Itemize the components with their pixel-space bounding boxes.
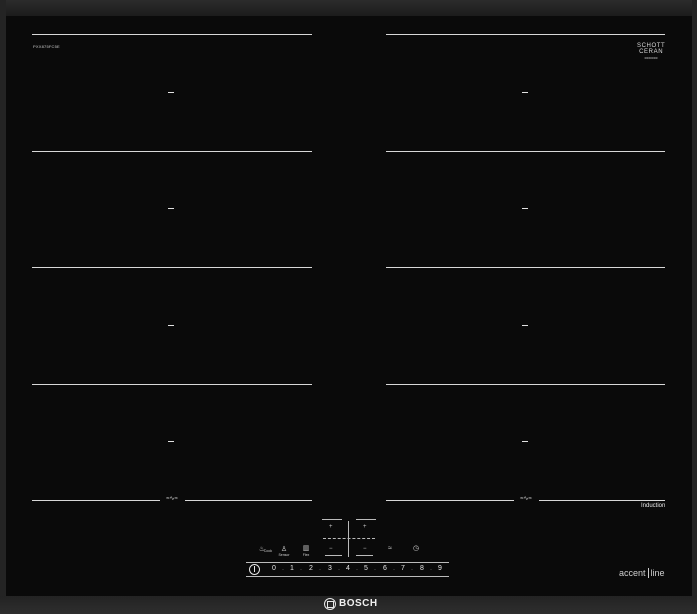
zone-right-bottom-a (386, 500, 514, 501)
bridge-symbol-left: ≈∿≈ (166, 496, 178, 502)
zone-left-3-top (32, 267, 312, 268)
scale-6[interactable]: 6 (381, 565, 389, 572)
scale-bottom-line (246, 576, 449, 577)
selector-bottom-right-line (356, 555, 373, 556)
selector-top-left-plus[interactable]: + (329, 524, 333, 530)
accentline-logo: accent line (619, 568, 665, 578)
scale-0[interactable]: 0 (270, 565, 278, 572)
scale-dot: · (411, 567, 413, 573)
bridge-symbol-right: ≈∿≈ (520, 496, 532, 502)
zone-left-bottom-b (185, 500, 312, 501)
frame-top (0, 0, 697, 16)
zone-right-4-center[interactable] (522, 441, 528, 442)
selector-bottom-left-line (325, 555, 342, 556)
scale-1[interactable]: 1 (288, 565, 296, 572)
bosch-logo-icon (324, 598, 336, 610)
scale-dot: · (356, 567, 358, 573)
zone-left-4-top (32, 384, 312, 385)
scale-5[interactable]: 5 (362, 565, 370, 572)
accent-text: accent (619, 568, 646, 578)
selector-bottom-right-minus[interactable]: − (363, 546, 367, 552)
glass-brand-line3: 0000000 (644, 56, 658, 60)
scale-9[interactable]: 9 (436, 565, 444, 572)
selector-top-left-line (322, 519, 342, 520)
scale-dot: · (300, 567, 302, 573)
zone-right-1-top (386, 34, 665, 35)
scale-dot: · (393, 567, 395, 573)
zone-left-2-center[interactable] (168, 208, 174, 209)
scale-8[interactable]: 8 (418, 565, 426, 572)
zone-left-1-top (32, 34, 312, 35)
selector-top-right-plus[interactable]: + (363, 524, 367, 530)
glass-surface (6, 16, 692, 596)
scale-3[interactable]: 3 (326, 565, 334, 572)
frame-right (692, 0, 697, 614)
zone-right-3-top (386, 267, 665, 268)
zone-right-1-center[interactable] (522, 92, 528, 93)
scale-7[interactable]: 7 (399, 565, 407, 572)
scale-4[interactable]: 4 (344, 565, 352, 572)
zone-right-2-center[interactable] (522, 208, 528, 209)
line-text: line (650, 568, 665, 578)
scale-dot: · (319, 567, 321, 573)
timer-icon[interactable]: ◷ (410, 544, 422, 552)
glass-brand-logo: SCHOTT CERAN 0000000 (637, 43, 665, 61)
scale-dot: · (430, 567, 432, 573)
zone-right-2-top (386, 151, 665, 152)
selector-top-right-line (356, 519, 376, 520)
power-button[interactable] (249, 564, 260, 575)
accent-divider (647, 568, 649, 578)
scale-top-line (246, 562, 449, 563)
scale-2[interactable]: 2 (307, 565, 315, 572)
zone-right-bottom-b (539, 500, 665, 501)
selector-bottom-left-minus[interactable]: − (329, 546, 333, 552)
flex-icon[interactable]: ▥ (301, 544, 311, 552)
scale-dot: · (282, 567, 284, 573)
sensor-label: Sensor (278, 553, 290, 557)
flex-label: Flex (302, 553, 310, 557)
selector-center-dashed (323, 538, 375, 539)
cooktop: PXX875FC5E SCHOTT CERAN 0000000 ≈∿≈ ≈∿≈ … (0, 0, 697, 614)
model-number: PXX875FC5E (33, 44, 60, 49)
cookconnect-label: Cook (263, 549, 273, 553)
scale-dot: · (338, 567, 340, 573)
zone-right-4-top (386, 384, 665, 385)
sensor-icon[interactable]: ♙ (279, 545, 289, 553)
brand-name: BOSCH (339, 598, 378, 609)
zone-left-4-center[interactable] (168, 441, 174, 442)
zone-left-3-center[interactable] (168, 325, 174, 326)
selector-center-vline (348, 521, 349, 557)
zone-left-2-top (32, 151, 312, 152)
zone-right-3-center[interactable] (522, 325, 528, 326)
zone-left-1-center[interactable] (168, 92, 174, 93)
scale-dot: · (374, 567, 376, 573)
zone-left-bottom-a (32, 500, 160, 501)
frame-left (0, 0, 6, 614)
pan-icon[interactable]: ≈ (385, 545, 395, 552)
induction-label: Induction (641, 503, 666, 509)
